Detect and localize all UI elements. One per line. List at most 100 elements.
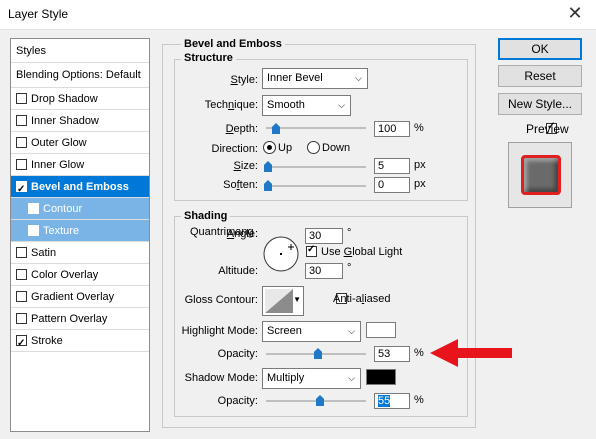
direction-up-label: Up [278, 142, 293, 154]
depth-label: Depth: [225, 123, 258, 135]
depth-input[interactable]: 100 [374, 121, 410, 137]
technique-select-value: Smooth [267, 99, 305, 111]
annotation-arrow [430, 338, 514, 368]
shadow-mode-label: Shadow Mode: [184, 372, 258, 384]
checkbox[interactable] [28, 203, 39, 214]
direction-up-radio[interactable] [263, 141, 276, 154]
checkbox[interactable] [16, 247, 27, 258]
sidebar-item-inner-glow[interactable]: Inner Glow [11, 154, 149, 176]
preview-swatch [521, 155, 561, 195]
sidebar-item-label: Inner Glow [31, 159, 85, 171]
angle-label: Angle: [226, 228, 258, 240]
shadow-opacity-selected-text: 55 [378, 395, 391, 407]
checkbox[interactable] [16, 115, 27, 126]
styles-list: Styles Blending Options: Default Drop Sh… [10, 38, 150, 432]
shadow-opacity-input[interactable]: 55 [374, 393, 410, 409]
sidebar-item-bevel-and-emboss[interactable]: Bevel and Emboss [11, 176, 149, 201]
direction-down-label: Down [322, 142, 351, 154]
sidebar-item-label: Gradient Overlay [31, 291, 115, 303]
global-light-checkbox[interactable] [306, 244, 317, 257]
new-style-button[interactable]: New Style... [498, 93, 582, 115]
direction-down-radio[interactable] [307, 141, 320, 154]
angle-dial-icon [263, 236, 299, 272]
sidebar-item-inner-shadow[interactable]: Inner Shadow [11, 110, 149, 132]
checkbox[interactable] [16, 159, 27, 170]
shadow-opacity-label: Opacity: [217, 395, 258, 407]
gloss-contour-icon [265, 289, 293, 313]
sidebar-item-pattern-overlay[interactable]: Pattern Overlay [11, 308, 149, 330]
shadow-opacity-unit: % [414, 394, 424, 406]
checkbox[interactable] [16, 137, 27, 148]
shadow-color-swatch[interactable] [366, 369, 396, 385]
sidebar-item-outer-glow[interactable]: Outer Glow [11, 132, 149, 154]
structure-title: Structure [181, 52, 236, 64]
soften-slider-track[interactable] [266, 185, 366, 187]
sidebar-item-label: Color Overlay [31, 269, 99, 281]
shading-title: Shading [181, 210, 231, 222]
window-title: Layer Style [8, 7, 69, 21]
highlight-opacity-label: Opacity: [217, 348, 258, 360]
sidebar-item-label: Stroke [31, 335, 63, 347]
highlight-opacity-input[interactable]: 53 [374, 346, 410, 362]
title-bar: Layer Style ✕ [0, 0, 596, 30]
checkbox[interactable] [28, 225, 39, 236]
preview-label: Preview [526, 122, 569, 136]
sidebar-item-stroke[interactable]: Stroke [11, 330, 149, 355]
sidebar-item-label: Texture [43, 225, 80, 237]
direction-label: Direction: [211, 143, 258, 155]
checkbox-checked[interactable] [16, 179, 27, 201]
checkbox-checked[interactable] [16, 333, 27, 355]
angle-input[interactable]: 30 [305, 228, 343, 244]
depth-unit: % [414, 122, 424, 134]
chevron-down-icon: ⌵ [348, 326, 355, 336]
technique-select[interactable]: Smooth ⌵ [262, 95, 351, 116]
sidebar-item-label: Drop Shadow [31, 93, 98, 105]
gloss-contour-label: Gloss Contour: [184, 294, 258, 306]
style-select[interactable]: Inner Bevel ⌵ [262, 68, 368, 89]
anti-aliased-label: Anti-aliased [333, 293, 391, 305]
sidebar-item-color-overlay[interactable]: Color Overlay [11, 264, 149, 286]
shadow-mode-select[interactable]: Multiply ⌵ [262, 368, 361, 389]
size-slider-track[interactable] [266, 166, 366, 168]
gloss-contour-picker[interactable]: ▼ [262, 286, 304, 316]
style-select-value: Inner Bevel [267, 72, 323, 84]
chevron-down-icon: ⌵ [338, 100, 345, 110]
chevron-down-icon: ▼ [293, 295, 301, 304]
highlight-mode-select[interactable]: Screen ⌵ [262, 321, 361, 342]
altitude-label: Altitude: [218, 265, 258, 277]
highlight-opacity-unit: % [414, 347, 424, 359]
blending-options-item[interactable]: Blending Options: Default [11, 63, 149, 88]
close-icon[interactable]: ✕ [564, 4, 586, 24]
checkbox[interactable] [16, 291, 27, 302]
sidebar-item-drop-shadow[interactable]: Drop Shadow [11, 88, 149, 110]
chevron-down-icon: ⌵ [348, 373, 355, 383]
sidebar-item-texture[interactable]: Texture [11, 220, 149, 242]
preview-thumbnail [508, 142, 572, 208]
size-input[interactable]: 5 [374, 158, 410, 174]
checkbox[interactable] [16, 269, 27, 280]
technique-label: Technique: [204, 99, 258, 111]
depth-slider-track[interactable] [266, 127, 366, 129]
sidebar-item-label: Outer Glow [31, 137, 87, 149]
checkbox[interactable] [16, 313, 27, 324]
highlight-color-swatch[interactable] [366, 322, 396, 338]
sidebar-item-label: Bevel and Emboss [31, 181, 129, 193]
size-label: Size: [233, 160, 258, 172]
altitude-input[interactable]: 30 [305, 263, 343, 279]
ok-button[interactable]: OK [498, 38, 582, 60]
highlight-mode-label: Highlight Mode: [181, 325, 258, 337]
sidebar-item-label: Inner Shadow [31, 115, 99, 127]
reset-button[interactable]: Reset [498, 65, 582, 87]
angle-dial[interactable] [262, 235, 300, 273]
soften-unit: px [414, 178, 426, 190]
size-unit: px [414, 159, 426, 171]
checkbox[interactable] [16, 93, 27, 104]
soften-label: Soften: [223, 179, 258, 191]
styles-header[interactable]: Styles [11, 39, 149, 63]
soften-input[interactable]: 0 [374, 177, 410, 193]
altitude-unit: ° [347, 262, 352, 274]
sidebar-item-contour[interactable]: Contour [11, 198, 149, 220]
style-label: Style: [230, 74, 258, 86]
sidebar-item-satin[interactable]: Satin [11, 242, 149, 264]
sidebar-item-gradient-overlay[interactable]: Gradient Overlay [11, 286, 149, 308]
